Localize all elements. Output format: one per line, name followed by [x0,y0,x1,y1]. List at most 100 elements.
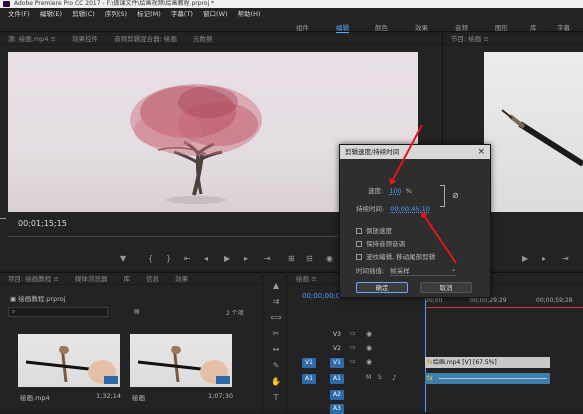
hand-tool-icon[interactable]: ✋ [270,376,282,388]
play-icon[interactable]: ▶ [224,254,230,263]
video-clip[interactable]: fx 绘画.mp4 [V] [67.5%] [425,357,550,368]
insert-icon[interactable]: ⊞ [288,254,295,263]
go-to-out-icon[interactable]: ⇥ [264,254,271,263]
cancel-button[interactable]: 取消 [420,282,472,293]
mic-icon-a1[interactable]: ♪ [392,374,396,382]
eye-icon-v3[interactable]: ◉ [366,330,372,338]
tab-program[interactable]: 节目: 绘画 ≡ [451,35,489,43]
tab-project[interactable]: 项目: 绘画教程 ≡ [8,275,59,283]
overwrite-icon[interactable]: ⊟ [306,254,313,263]
interpolation-row: 时间插值: 帧采样 ⌄ [356,265,457,276]
tab-libraries[interactable]: 库 [123,275,130,283]
bin-icon[interactable]: ▤ [134,308,140,315]
speed-value[interactable]: 100 [389,187,401,195]
tab-metadata[interactable]: 元数据 [193,35,213,43]
audio-clip[interactable]: fx [425,373,550,384]
workspace-captions[interactable]: 字幕 [557,22,570,32]
fx-badge-audio-icon: fx [427,375,433,382]
menu-edit[interactable]: 编辑(E) [40,10,62,18]
menu-title[interactable]: 字幕(T) [171,10,193,18]
menu-marker[interactable]: 标记(M) [137,10,161,18]
program-video-frame [484,52,583,212]
project-thumbnail-2[interactable] [130,334,232,387]
tab-sequence[interactable]: 绘画 ≡ [296,275,317,283]
toggle-sync-lock-icon[interactable]: ▭ [350,330,356,337]
source-target-v1[interactable]: V1 [302,358,316,368]
mark-out-icon[interactable]: } [166,254,171,263]
eye-icon-v1[interactable]: ◉ [366,358,372,366]
menu-sequence[interactable]: 序列(S) [105,10,127,18]
ruler-mid: 00;00;29;29 [470,297,507,304]
program-play-icon[interactable]: ▶ [522,254,528,263]
add-marker-icon[interactable]: ▼ [120,254,126,263]
ok-button[interactable]: 确定 [356,282,408,293]
project-thumbnail-1[interactable] [18,334,120,387]
tab-info[interactable]: 信息 [146,275,159,283]
eye-icon-v2[interactable]: ◉ [366,344,372,352]
pen-tool-icon[interactable]: ✎ [270,360,282,372]
track-v3[interactable]: V3 [330,330,344,340]
track-a3[interactable]: A3 [330,404,344,414]
maintain-pitch-option[interactable]: 保持音频音调 [356,238,405,248]
track-v1[interactable]: V1 [330,358,344,368]
work-area-bar[interactable] [425,307,583,308]
tab-effects[interactable]: 效果 [175,275,188,283]
link-bracket [440,185,445,207]
selection-tool-icon[interactable]: ▲ [270,280,282,292]
workspace-editing[interactable]: 编辑 [336,22,349,33]
ripple-edit-icon[interactable]: ⟺ [270,312,282,324]
audio-waveform [439,378,547,379]
type-tool-icon[interactable]: T [270,392,282,404]
program-step-icon[interactable]: ▸ [542,254,546,263]
reverse-speed-label: 倒放速度 [366,227,392,235]
interpolation-select[interactable]: 帧采样 ⌄ [390,265,457,276]
slip-tool-icon[interactable]: ↔ [270,344,282,356]
source-target-a1[interactable]: A1 [302,374,316,384]
menu-file[interactable]: 文件(F) [8,10,30,18]
link-chain-icon[interactable]: ⊘ [452,191,459,200]
workspace-assembly[interactable]: 组件 [296,22,309,32]
workspace-libraries[interactable]: 库 [530,22,537,32]
track-a2[interactable]: A2 [330,390,344,400]
menu-help[interactable]: 帮助(H) [238,10,261,18]
menu-window[interactable]: 窗口(W) [203,10,228,18]
menu-clip[interactable]: 剪辑(C) [72,10,95,18]
export-frame-icon[interactable]: ◉ [326,254,333,263]
project-search-input[interactable]: ⌕ [8,307,108,317]
workspace-color[interactable]: 颜色 [375,22,388,32]
go-to-in-icon[interactable]: ⇤ [184,254,191,263]
source-timecode[interactable]: 00;01;15;15 [18,219,67,228]
project-item-name-1: 绘画.mp4 [20,394,50,402]
reverse-speed-checkbox[interactable] [356,228,362,234]
program-out-icon[interactable]: ⇥ [562,254,569,263]
video-clip-label: 绘画.mp4 [V] [67.5%] [433,359,497,366]
track-v2[interactable]: V2 [330,344,344,354]
tab-effect-controls[interactable]: 效果控件 [72,35,98,43]
mute-icon-a1[interactable]: M [366,374,371,381]
razor-tool-icon[interactable]: ✂ [270,328,282,340]
workspace-bar: 组件 编辑 颜色 效果 音频 图形 库 字幕 [0,20,583,33]
track-select-icon[interactable]: ⇉ [270,296,282,308]
maintain-pitch-checkbox[interactable] [356,241,362,247]
workspace-graphics[interactable]: 图形 [495,22,508,32]
reverse-speed-option[interactable]: 倒放速度 [356,225,392,235]
toggle-sync-lock-icon-2[interactable]: ▭ [350,344,356,351]
tab-audio-clip-mixer[interactable]: 音频剪辑混合器: 绘画 [114,35,177,43]
workspace-audio[interactable]: 音频 [455,22,468,32]
step-back-icon[interactable]: ◂ [204,254,208,263]
ripple-edit-option[interactable]: 波纹编辑, 移动尾部剪辑 [356,251,435,261]
step-forward-icon[interactable]: ▸ [244,254,248,263]
solo-icon-a1[interactable]: S [378,374,382,381]
track-a1[interactable]: A1 [330,374,344,384]
tab-source[interactable]: 源: 绘画.mp4 ≡ [8,35,56,43]
tools-panel [264,272,286,412]
close-icon[interactable]: × [477,145,485,159]
workspace-effects[interactable]: 效果 [415,22,428,32]
duration-label: 持续时间: [356,205,385,213]
mark-in-icon[interactable]: { [148,254,153,263]
toggle-sync-lock-icon-3[interactable]: ▭ [350,358,356,365]
tab-media-browser[interactable]: 媒体浏览器 [75,275,108,283]
playhead[interactable] [425,300,426,412]
window-title: Adobe Premiere Pro CC 2017 - F:\做课文件\绘画视… [14,0,215,7]
ripple-edit-checkbox[interactable] [356,254,362,260]
